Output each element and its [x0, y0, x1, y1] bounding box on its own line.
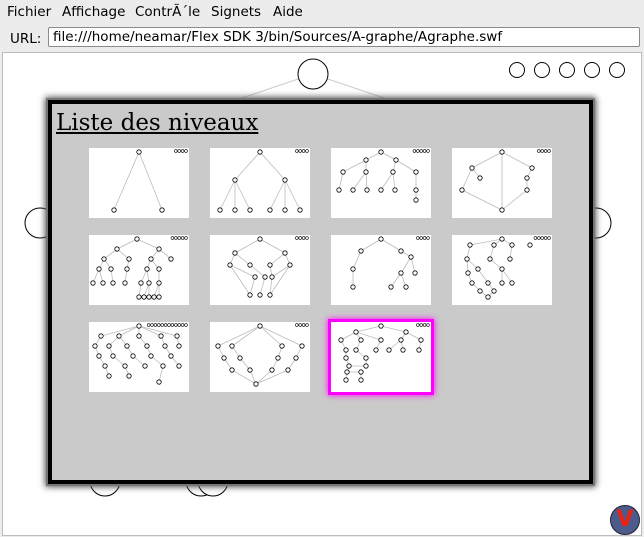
level-thumbnail[interactable]: [210, 235, 310, 305]
level-thumbnail[interactable]: [452, 148, 552, 218]
level-graph-preview: [350, 236, 430, 290]
menu-affichage[interactable]: Affichage: [62, 4, 125, 20]
level-thumbnail[interactable]: [89, 148, 189, 218]
app-logo[interactable]: V: [610, 505, 640, 535]
level-graph-preview: [227, 236, 309, 298]
level-graph-preview: [459, 149, 551, 213]
level-graph-preview: [336, 149, 430, 203]
level-list-dialog: Liste des niveaux: [48, 100, 593, 484]
level-graph-preview: [217, 149, 309, 213]
level-thumbnail[interactable]: [328, 319, 434, 395]
menu-signets[interactable]: Signets: [211, 4, 261, 20]
level-graph-preview: [464, 236, 551, 300]
level-thumbnail[interactable]: [210, 322, 310, 392]
level-thumbnail[interactable]: [210, 148, 310, 218]
logo-letter: V: [616, 507, 634, 532]
url-input[interactable]: [48, 27, 640, 47]
menu-fichier[interactable]: Fichier: [7, 4, 51, 20]
level-graph-preview: [111, 149, 188, 213]
level-graph-preview: [90, 236, 188, 300]
life-indicator: [509, 62, 525, 78]
menu-bar: Fichier Affichage ContrÃ´le Signets Aide: [0, 0, 644, 24]
level-thumbnail[interactable]: [452, 235, 552, 305]
url-label: URL:: [10, 31, 42, 47]
level-thumbnail[interactable]: [331, 148, 431, 218]
life-indicator: [584, 62, 600, 78]
level-graph-preview: [338, 323, 430, 383]
url-bar: URL:: [0, 24, 644, 52]
level-graph-preview: [215, 323, 309, 387]
level-thumbnail[interactable]: [331, 235, 431, 305]
dialog-title: Liste des niveaux: [56, 110, 259, 136]
life-indicator: [609, 62, 625, 78]
menu-aide[interactable]: Aide: [273, 4, 303, 20]
root-node[interactable]: [297, 58, 329, 90]
level-thumbnail[interactable]: [89, 235, 189, 305]
life-indicator: [559, 62, 575, 78]
life-indicator: [534, 62, 550, 78]
level-graph-preview: [92, 323, 188, 385]
level-thumbnail[interactable]: [89, 322, 189, 392]
menu-controle[interactable]: ContrÃ´le: [135, 4, 200, 20]
